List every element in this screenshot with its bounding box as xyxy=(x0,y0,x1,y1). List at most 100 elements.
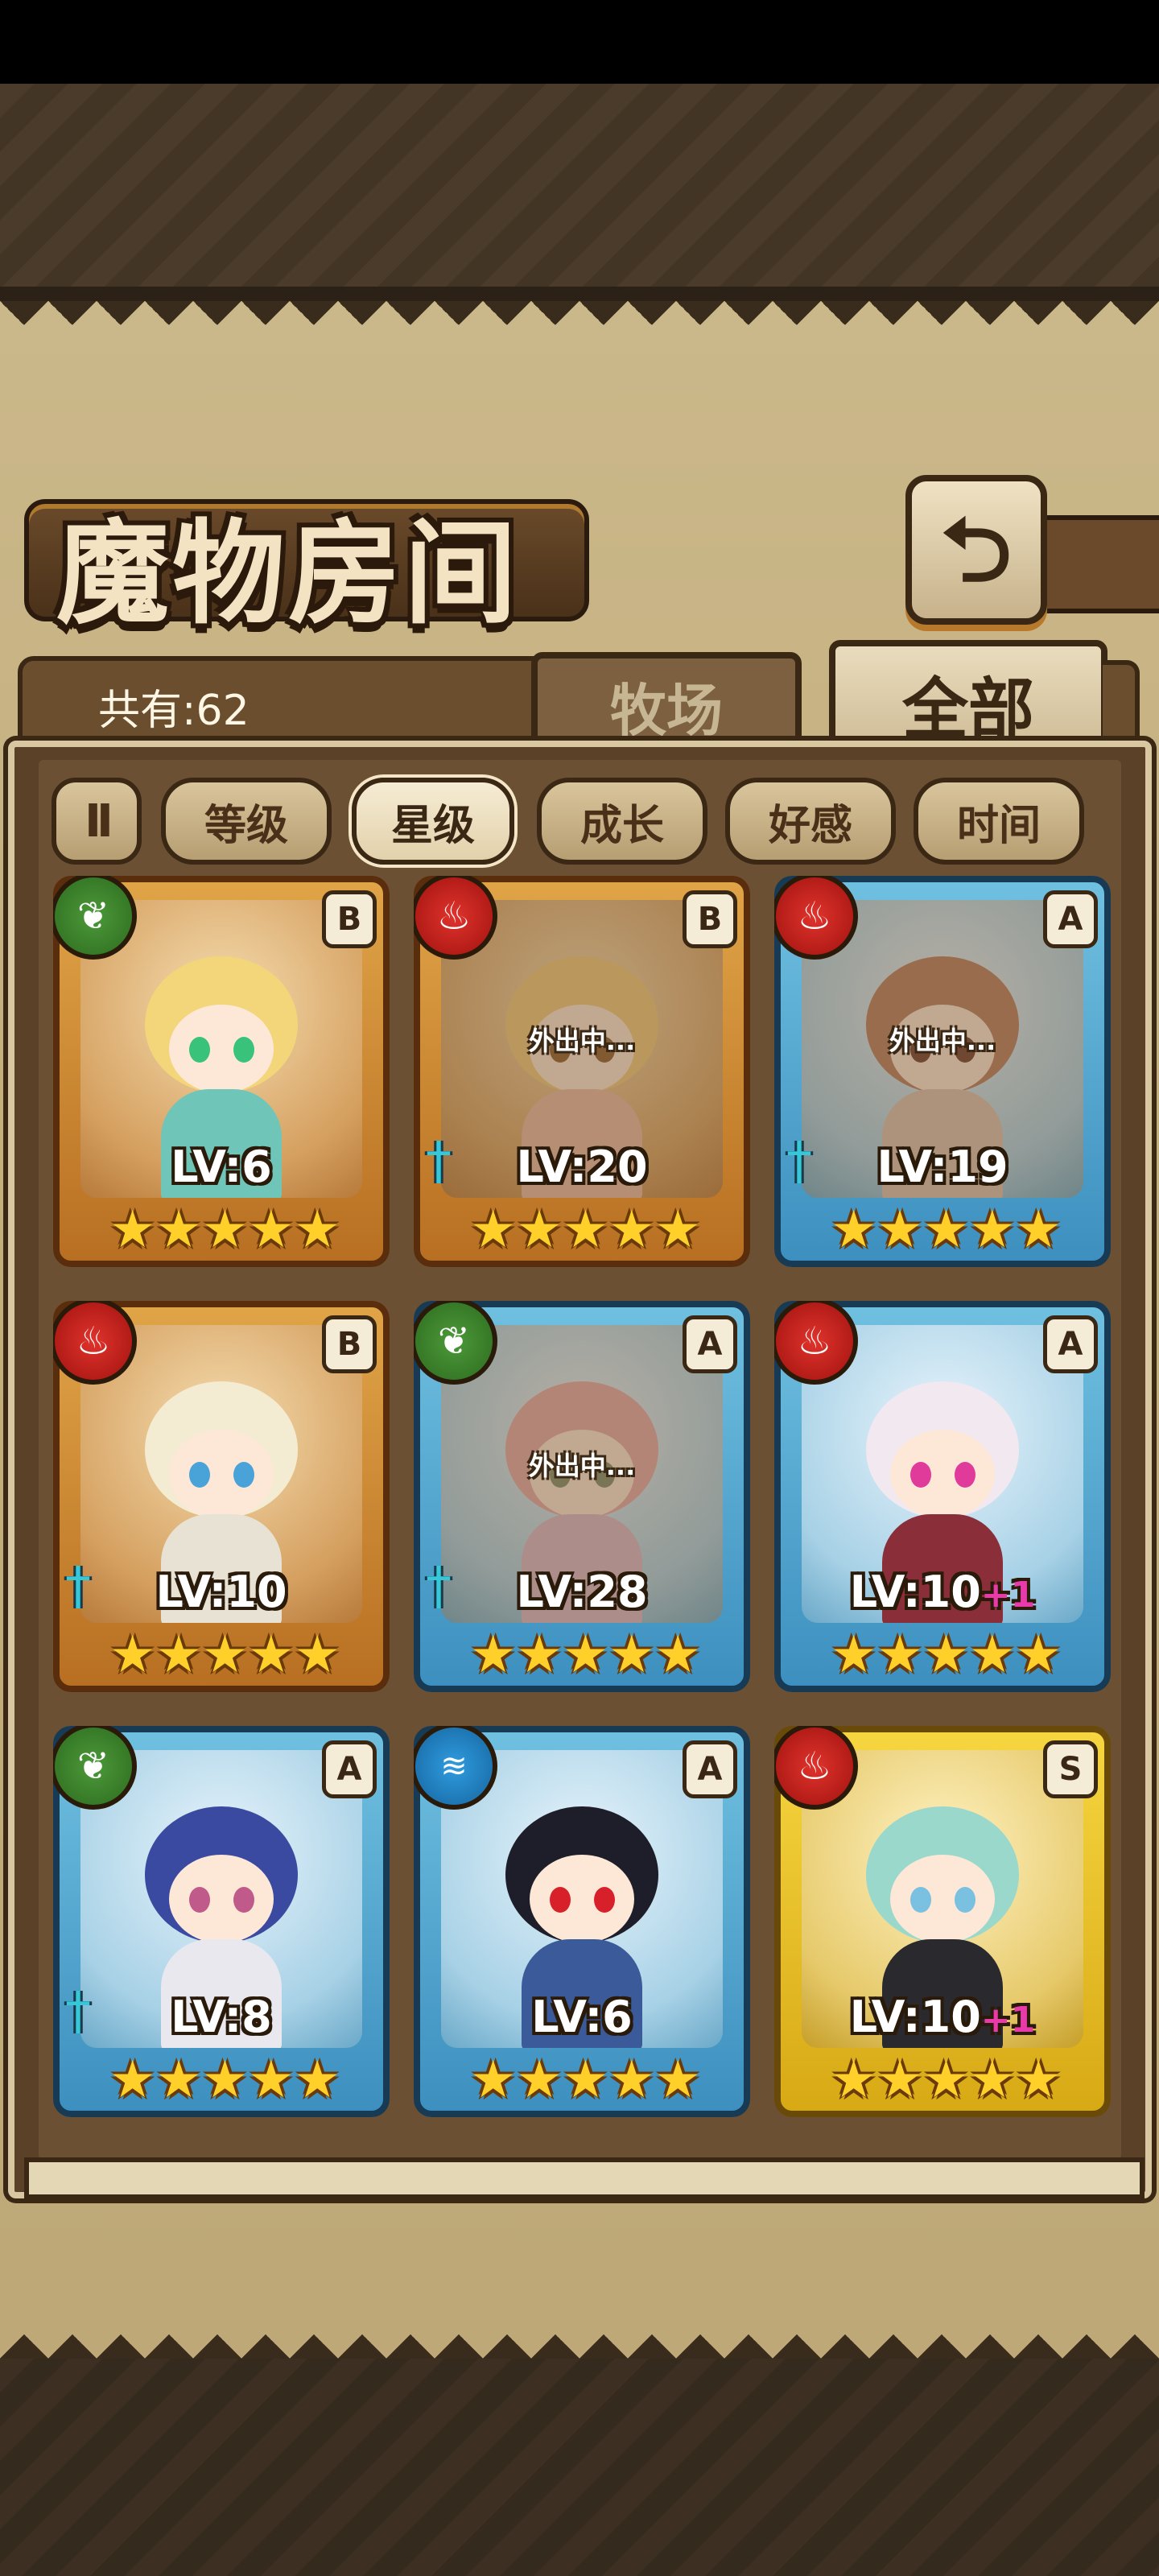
rank-badge: B xyxy=(322,890,377,948)
monster-card[interactable]: ♨ A LV:10+1 ★ ★ ★ ★ ★ xyxy=(774,1301,1111,1692)
star-icon: ★ xyxy=(294,1200,340,1260)
star-icon: ★ xyxy=(654,2050,701,2110)
star-icon: ★ xyxy=(654,1200,701,1260)
star-rating: ★ ★ ★ ★ ★ xyxy=(831,1623,1062,1687)
level-label: LV:20 xyxy=(414,1141,750,1192)
star-icon: ★ xyxy=(294,2050,340,2110)
star-icon: ★ xyxy=(922,2050,970,2110)
star-icon: ★ xyxy=(470,1200,517,1260)
right-eye xyxy=(955,1887,975,1913)
star-icon: ★ xyxy=(562,2050,609,2110)
star-icon: ★ xyxy=(608,1200,655,1260)
monster-card[interactable]: 外出中... ♨ A † LV:19 ★ ★ ★ ★ ★ xyxy=(774,876,1111,1267)
star-icon: ★ xyxy=(831,1200,877,1260)
pause-icon: II xyxy=(85,795,113,848)
back-rail xyxy=(1030,515,1159,613)
back-button[interactable]: ⮌ xyxy=(905,475,1047,625)
torn-edge-bottom xyxy=(0,2310,1159,2359)
status-bar xyxy=(0,0,1159,84)
star-icon: ★ xyxy=(654,1625,701,1685)
star-icon: ★ xyxy=(294,1625,340,1685)
star-icon: ★ xyxy=(876,1200,923,1260)
right-eye xyxy=(955,1462,975,1488)
monster-card[interactable]: ♨ S LV:10+1 ★ ★ ★ ★ ★ xyxy=(774,1726,1111,2117)
level-value: LV:19 xyxy=(876,1141,1008,1192)
star-icon: ★ xyxy=(562,1625,609,1685)
star-icon: ★ xyxy=(969,1200,1016,1260)
background-bottom xyxy=(0,2359,1159,2576)
star-icon: ★ xyxy=(969,1625,1016,1685)
rank-badge: A xyxy=(1043,1315,1098,1373)
level-label: LV:10 xyxy=(53,1567,390,1617)
rank-badge: A xyxy=(1043,890,1098,948)
star-icon: ★ xyxy=(1015,2050,1062,2110)
monster-card[interactable]: ≋ A LV:6 ★ ★ ★ ★ ★ xyxy=(414,1726,750,2117)
face-shape xyxy=(890,1430,995,1518)
star-icon: ★ xyxy=(608,1625,655,1685)
level-value: LV:6 xyxy=(531,1992,633,2042)
left-eye xyxy=(189,1462,210,1488)
star-icon: ★ xyxy=(155,1200,202,1260)
star-icon: ★ xyxy=(969,2050,1016,2110)
star-icon: ★ xyxy=(155,2050,202,2110)
sort-level-button[interactable]: 等级 xyxy=(161,778,332,865)
star-icon: ★ xyxy=(109,1625,156,1685)
right-eye xyxy=(233,1037,254,1063)
rank-badge: A xyxy=(683,1740,737,1798)
left-eye xyxy=(550,1887,571,1913)
sort-growth-button[interactable]: 成长 xyxy=(537,778,707,865)
star-rating: ★ ★ ★ ★ ★ xyxy=(470,1198,701,1262)
monster-card[interactable]: 外出中... ♨ B † LV:20 ★ ★ ★ ★ ★ xyxy=(414,876,750,1267)
monster-card[interactable]: ❦ B LV:6 ★ ★ ★ ★ ★ xyxy=(53,876,390,1267)
star-icon: ★ xyxy=(562,1200,609,1260)
star-rating: ★ ★ ★ ★ ★ xyxy=(109,1623,340,1687)
star-rating: ★ ★ ★ ★ ★ xyxy=(109,1198,340,1262)
star-icon: ★ xyxy=(201,1200,249,1260)
background-top xyxy=(0,84,1159,301)
left-eye xyxy=(189,1887,210,1913)
sort-star-button[interactable]: 星级 xyxy=(352,778,514,865)
star-icon: ★ xyxy=(248,2050,295,2110)
right-eye xyxy=(233,1462,254,1488)
level-label: LV:8 xyxy=(53,1992,390,2042)
panel-floor xyxy=(24,2157,1145,2199)
level-label: LV:19 xyxy=(774,1141,1111,1192)
star-icon: ★ xyxy=(1015,1625,1062,1685)
face-shape xyxy=(169,1430,274,1518)
star-rating: ★ ★ ★ ★ ★ xyxy=(831,1198,1062,1262)
monster-card[interactable]: ♨ B † LV:10 ★ ★ ★ ★ ★ xyxy=(53,1301,390,1692)
star-icon: ★ xyxy=(608,2050,655,2110)
face-shape xyxy=(890,1855,995,1943)
star-rating: ★ ★ ★ ★ ★ xyxy=(470,2048,701,2112)
right-eye xyxy=(594,1887,615,1913)
sort-affection-button[interactable]: 好感 xyxy=(725,778,896,865)
star-icon: ★ xyxy=(109,2050,156,2110)
level-label: LV:6 xyxy=(53,1141,390,1192)
level-label: LV:28 xyxy=(414,1567,750,1617)
star-rating: ★ ★ ★ ★ ★ xyxy=(831,2048,1062,2112)
monster-card[interactable]: 外出中... ❦ A † LV:28 ★ ★ ★ ★ ★ xyxy=(414,1301,750,1692)
rank-badge: B xyxy=(322,1315,377,1373)
star-icon: ★ xyxy=(201,1625,249,1685)
star-icon: ★ xyxy=(876,1625,923,1685)
back-arrow-icon: ⮌ xyxy=(940,498,1013,601)
star-icon: ★ xyxy=(876,2050,923,2110)
star-rating: ★ ★ ★ ★ ★ xyxy=(109,2048,340,2112)
star-icon: ★ xyxy=(201,2050,249,2110)
level-label: LV:10+1 xyxy=(774,1567,1111,1617)
sort-order-toggle-button[interactable]: II xyxy=(52,778,142,865)
star-icon: ★ xyxy=(831,1625,877,1685)
star-icon: ★ xyxy=(516,2050,563,2110)
star-icon: ★ xyxy=(155,1625,202,1685)
star-icon: ★ xyxy=(922,1200,970,1260)
star-icon: ★ xyxy=(516,1625,563,1685)
sort-time-button[interactable]: 时间 xyxy=(914,778,1084,865)
monster-card[interactable]: ❦ A † LV:8 ★ ★ ★ ★ ★ xyxy=(53,1726,390,2117)
level-value: LV:10 xyxy=(155,1567,287,1617)
away-status-label: 外出中... xyxy=(528,1451,636,1481)
away-status-label: 外出中... xyxy=(528,1026,636,1056)
level-value: LV:6 xyxy=(171,1141,272,1192)
star-icon: ★ xyxy=(470,1625,517,1685)
level-value: LV:10 xyxy=(849,1567,981,1617)
star-icon: ★ xyxy=(516,1200,563,1260)
